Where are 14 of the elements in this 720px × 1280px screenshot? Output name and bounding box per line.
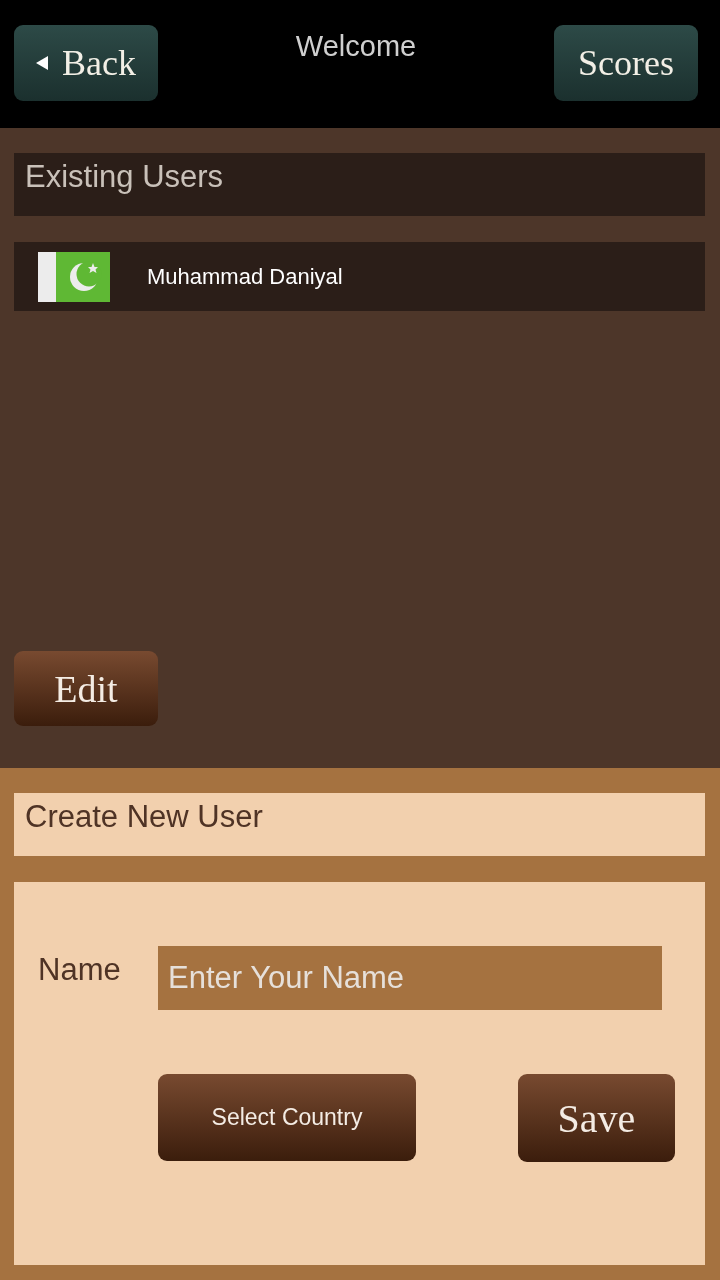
user-row[interactable]: Muhammad Daniyal: [14, 242, 705, 311]
select-country-button[interactable]: Select Country: [158, 1074, 416, 1161]
save-button[interactable]: Save: [518, 1074, 675, 1162]
screen-title: Welcome: [295, 30, 417, 63]
user-name: Muhammad Daniyal: [147, 263, 343, 290]
name-field[interactable]: Enter Your Name: [158, 946, 662, 1010]
scores-button[interactable]: Scores: [554, 25, 698, 101]
back-button[interactable]: Back: [14, 25, 158, 101]
name-label: Name: [38, 951, 122, 988]
back-arrow-icon: [36, 56, 48, 70]
section-title: Existing Users: [14, 153, 705, 216]
section-title: Create New User: [14, 793, 705, 856]
edit-button[interactable]: Edit: [14, 651, 158, 726]
flag-icon: [38, 251, 110, 302]
